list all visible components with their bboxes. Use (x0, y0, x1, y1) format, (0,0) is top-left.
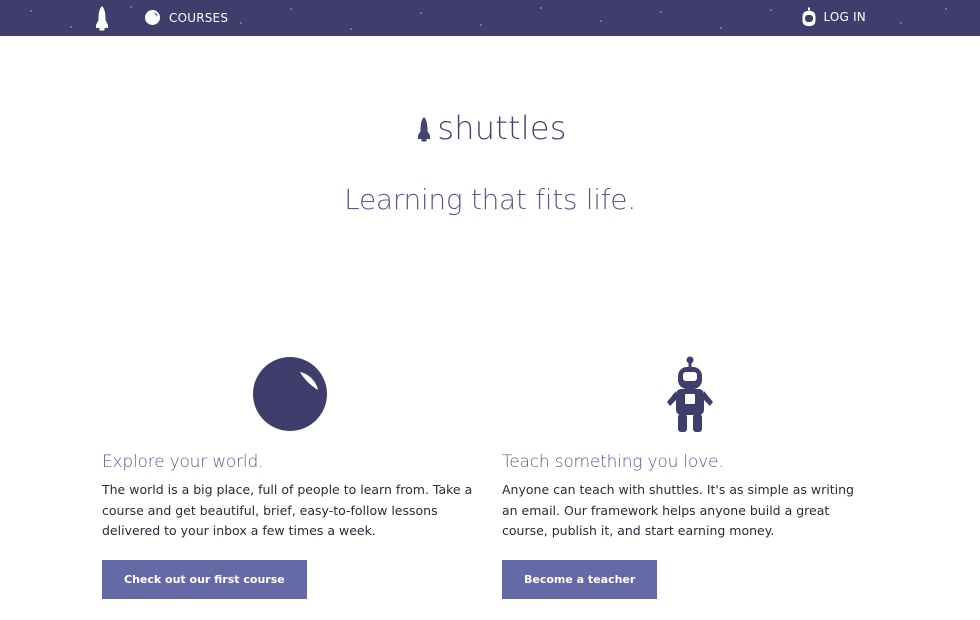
courses-nav-link[interactable]: COURSES (144, 9, 228, 26)
first-course-button[interactable]: Check out our first course (102, 559, 307, 599)
courses-nav-label: COURSES (169, 10, 229, 25)
login-nav-link[interactable]: LOG IN (801, 7, 866, 27)
brand-name: shuttles (437, 109, 567, 147)
home-link[interactable] (90, 5, 114, 31)
login-nav-label: LOG IN (823, 10, 866, 24)
feature-title: Explore your world. (102, 452, 264, 472)
planet-icon (253, 357, 327, 431)
hero-tagline: Learning that fits life. (344, 183, 636, 216)
rocket-icon (96, 6, 108, 31)
feature-teach: Teach something you love. Anyone can tea… (502, 356, 902, 599)
feature-description: Anyone can teach with shuttles. It's as … (502, 482, 854, 538)
brand-header: shuttles (0, 108, 980, 148)
feature-description: The world is a big place, full of people… (102, 482, 473, 538)
planet-icon (145, 10, 160, 25)
become-teacher-button[interactable]: Become a teacher (502, 559, 658, 599)
feature-title: Teach something you love. (502, 452, 724, 472)
feature-explore: Explore your world. The world is a big p… (102, 356, 502, 599)
rocket-icon (418, 117, 431, 142)
astronaut-icon (667, 356, 713, 432)
top-navigation-bar: COURSES LOG IN (0, 0, 980, 36)
astronaut-helmet-icon (802, 7, 816, 26)
